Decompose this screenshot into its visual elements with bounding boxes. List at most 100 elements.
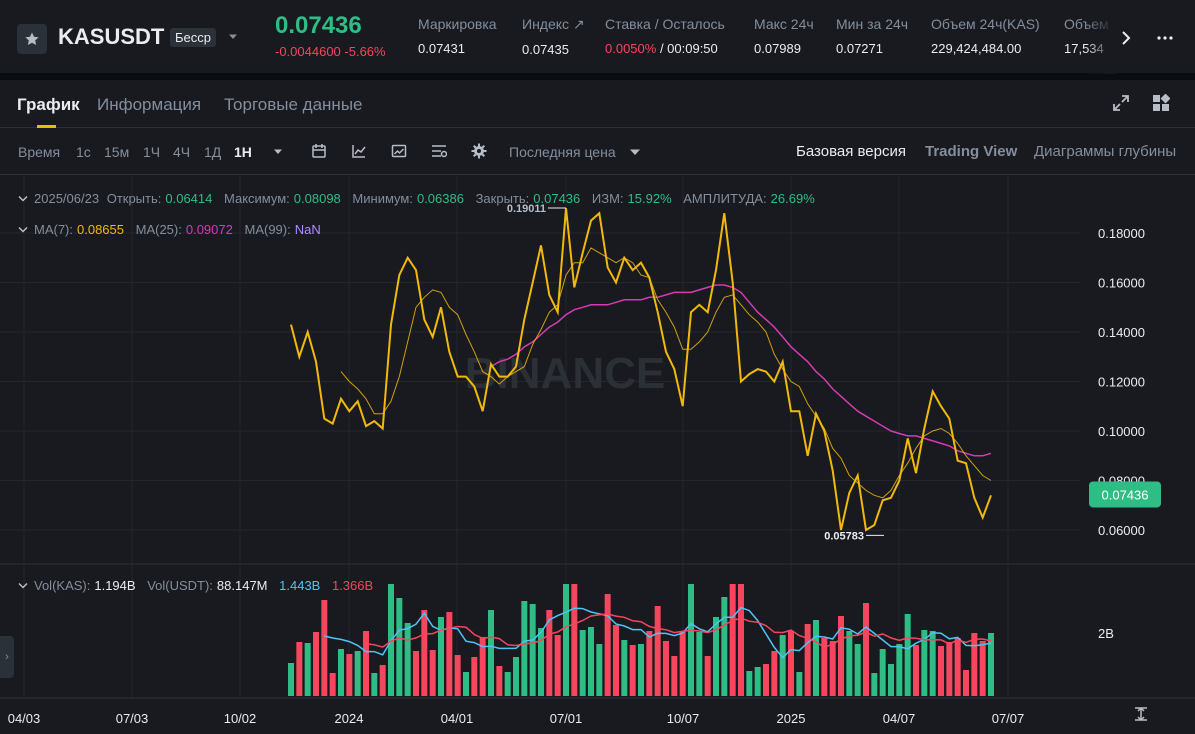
open-value: 0.06414 [165, 191, 213, 206]
volume-bar [879, 649, 886, 696]
stat-label: Мин за 24ч [836, 16, 909, 32]
volume-bar [346, 654, 353, 696]
volume-bar [871, 673, 878, 696]
volume-bar [829, 641, 836, 696]
stat-label[interactable]: Ставка / Осталось [605, 16, 725, 32]
price-change: -0.0044600 -5.66% [275, 44, 386, 59]
volume-bar [554, 635, 561, 696]
stat-value: 0.0050% / 00:09:50 [605, 41, 725, 56]
x-tick-label: 2025 [777, 711, 806, 726]
favorite-star-button[interactable] [17, 24, 47, 54]
x-tick-label: 04/01 [441, 711, 474, 726]
close-value: 0.07436 [533, 191, 581, 206]
ma99-label: MA(99): [244, 222, 291, 237]
interval-4h[interactable]: 4Ч [173, 144, 190, 160]
y-tick-label: 0.14000 [1098, 325, 1145, 340]
side-panel-toggle[interactable]: › [0, 636, 14, 678]
volume-bar [488, 610, 494, 696]
tab-trading-data[interactable]: Торговые данные [224, 95, 363, 115]
low-marker-label: 0.05783 [824, 530, 864, 542]
price-chart[interactable]: BINANCE 0.18000 0.16000 0.14000 0.12000 0.10… [0, 176, 1195, 734]
ma7-label: MA(7): [34, 222, 73, 237]
interval-1s[interactable]: 1с [76, 144, 91, 160]
open-label: Открыть: [106, 191, 162, 206]
stat-value: 0.07271 [836, 41, 883, 56]
expand-icon[interactable] [1112, 94, 1130, 112]
interval-1h[interactable]: 1Ч [143, 144, 160, 160]
x-tick-label: 2024 [335, 711, 364, 726]
stat-label[interactable]: Индекс ↗ [522, 16, 585, 33]
volume-bar [463, 672, 469, 696]
volume-bar [371, 673, 378, 696]
volume-bar [563, 584, 569, 696]
stat-index-price: Индекс ↗ 0.07435 [522, 16, 585, 57]
volume-row: Vol(KAS): 1.194B Vol(USDT): 88.147M 1.443B… [18, 578, 381, 593]
volume-bar [646, 631, 653, 696]
layout-grid-icon[interactable] [1152, 94, 1170, 112]
tab-chart[interactable]: График [17, 95, 80, 115]
collapse-caret-icon[interactable] [18, 582, 28, 590]
view-basic[interactable]: Базовая версия [796, 143, 906, 160]
volume-bar [971, 633, 978, 696]
volume-bar [338, 649, 344, 696]
volume-bar [754, 667, 761, 696]
stat-low-24h: Мин за 24ч 0.07271 [836, 16, 908, 56]
chart-tabs: График Информация Торговые данные [0, 80, 1195, 128]
chevron-right-small-icon: › [5, 651, 9, 663]
collapse-caret-icon[interactable] [18, 195, 28, 203]
stat-mark-price: Маркировка 0.07431 [418, 16, 497, 56]
settings-icon[interactable] [471, 143, 487, 159]
view-depth[interactable]: Диаграммы глубины [1034, 143, 1176, 160]
watermark: BINANCE [465, 349, 665, 398]
stat-high-24h: Макс 24ч 0.07989 [754, 16, 814, 56]
ma99-value: NaN [294, 222, 321, 237]
volume-bar [613, 625, 619, 696]
symbol-name[interactable]: KASUSDT [58, 24, 164, 50]
volume-bar [396, 598, 403, 696]
volume-bar [304, 643, 311, 696]
price-type-dropdown-icon[interactable] [629, 148, 641, 156]
interval-dropdown-icon[interactable] [273, 148, 283, 156]
volume-bar [704, 656, 711, 696]
y-tick-label: 0.18000 [1098, 226, 1145, 241]
ma7-value: 0.08655 [77, 222, 124, 237]
indicators-icon[interactable] [351, 143, 367, 159]
chevron-right-icon[interactable] [1118, 28, 1134, 48]
volume-bar [454, 655, 461, 696]
volume-bar [471, 657, 478, 696]
volume-bar [929, 631, 936, 696]
ohlc-date: 2025/06/23 [34, 191, 100, 206]
collapse-caret-icon[interactable] [18, 226, 28, 234]
stat-value: 229,424,484.00 [931, 41, 1022, 56]
tab-info[interactable]: Информация [97, 95, 201, 115]
calendar-icon[interactable] [311, 143, 327, 159]
interval-15m[interactable]: 15м [104, 144, 129, 160]
more-icon[interactable] [1155, 28, 1175, 48]
caret-down-icon[interactable] [228, 33, 238, 41]
chart-area[interactable]: BINANCE 0.18000 0.16000 0.14000 0.12000 0.10… [0, 176, 1195, 734]
stat-value: 0.07989 [754, 41, 801, 56]
volume-bar [946, 642, 953, 696]
volume-axis-tick: 2B [1098, 626, 1114, 641]
stat-label[interactable]: Маркировка [418, 16, 497, 32]
vol-kas-label: Vol(KAS): [34, 578, 91, 593]
chart-type-icon[interactable] [391, 143, 407, 159]
axis-fit-icon[interactable] [1135, 706, 1147, 722]
last-price: 0.07436 [275, 12, 362, 39]
volume-bar [746, 671, 753, 696]
x-tick-label: 07/01 [550, 711, 583, 726]
ticker-header: KASUSDT Бесср 0.07436 -0.0044600 -5.66% … [0, 0, 1195, 74]
vol-ma2-value: 1.366B [331, 578, 374, 593]
templates-icon[interactable] [431, 143, 447, 159]
interval-1d[interactable]: 1Д [204, 144, 221, 160]
volume-bar [688, 584, 694, 696]
stat-value: 0.07435 [522, 42, 569, 57]
contract-type-badge: Бесср [170, 28, 216, 47]
vol-usdt-value: 88.147M [216, 578, 268, 593]
volume-bar [629, 645, 636, 696]
y-tick-label: 0.12000 [1098, 375, 1145, 390]
volume-bar [863, 603, 869, 696]
view-tradingview[interactable]: Trading View [925, 143, 1017, 160]
interval-1w[interactable]: 1Н [234, 144, 252, 160]
price-type-select[interactable]: Последняя цена [509, 144, 616, 160]
